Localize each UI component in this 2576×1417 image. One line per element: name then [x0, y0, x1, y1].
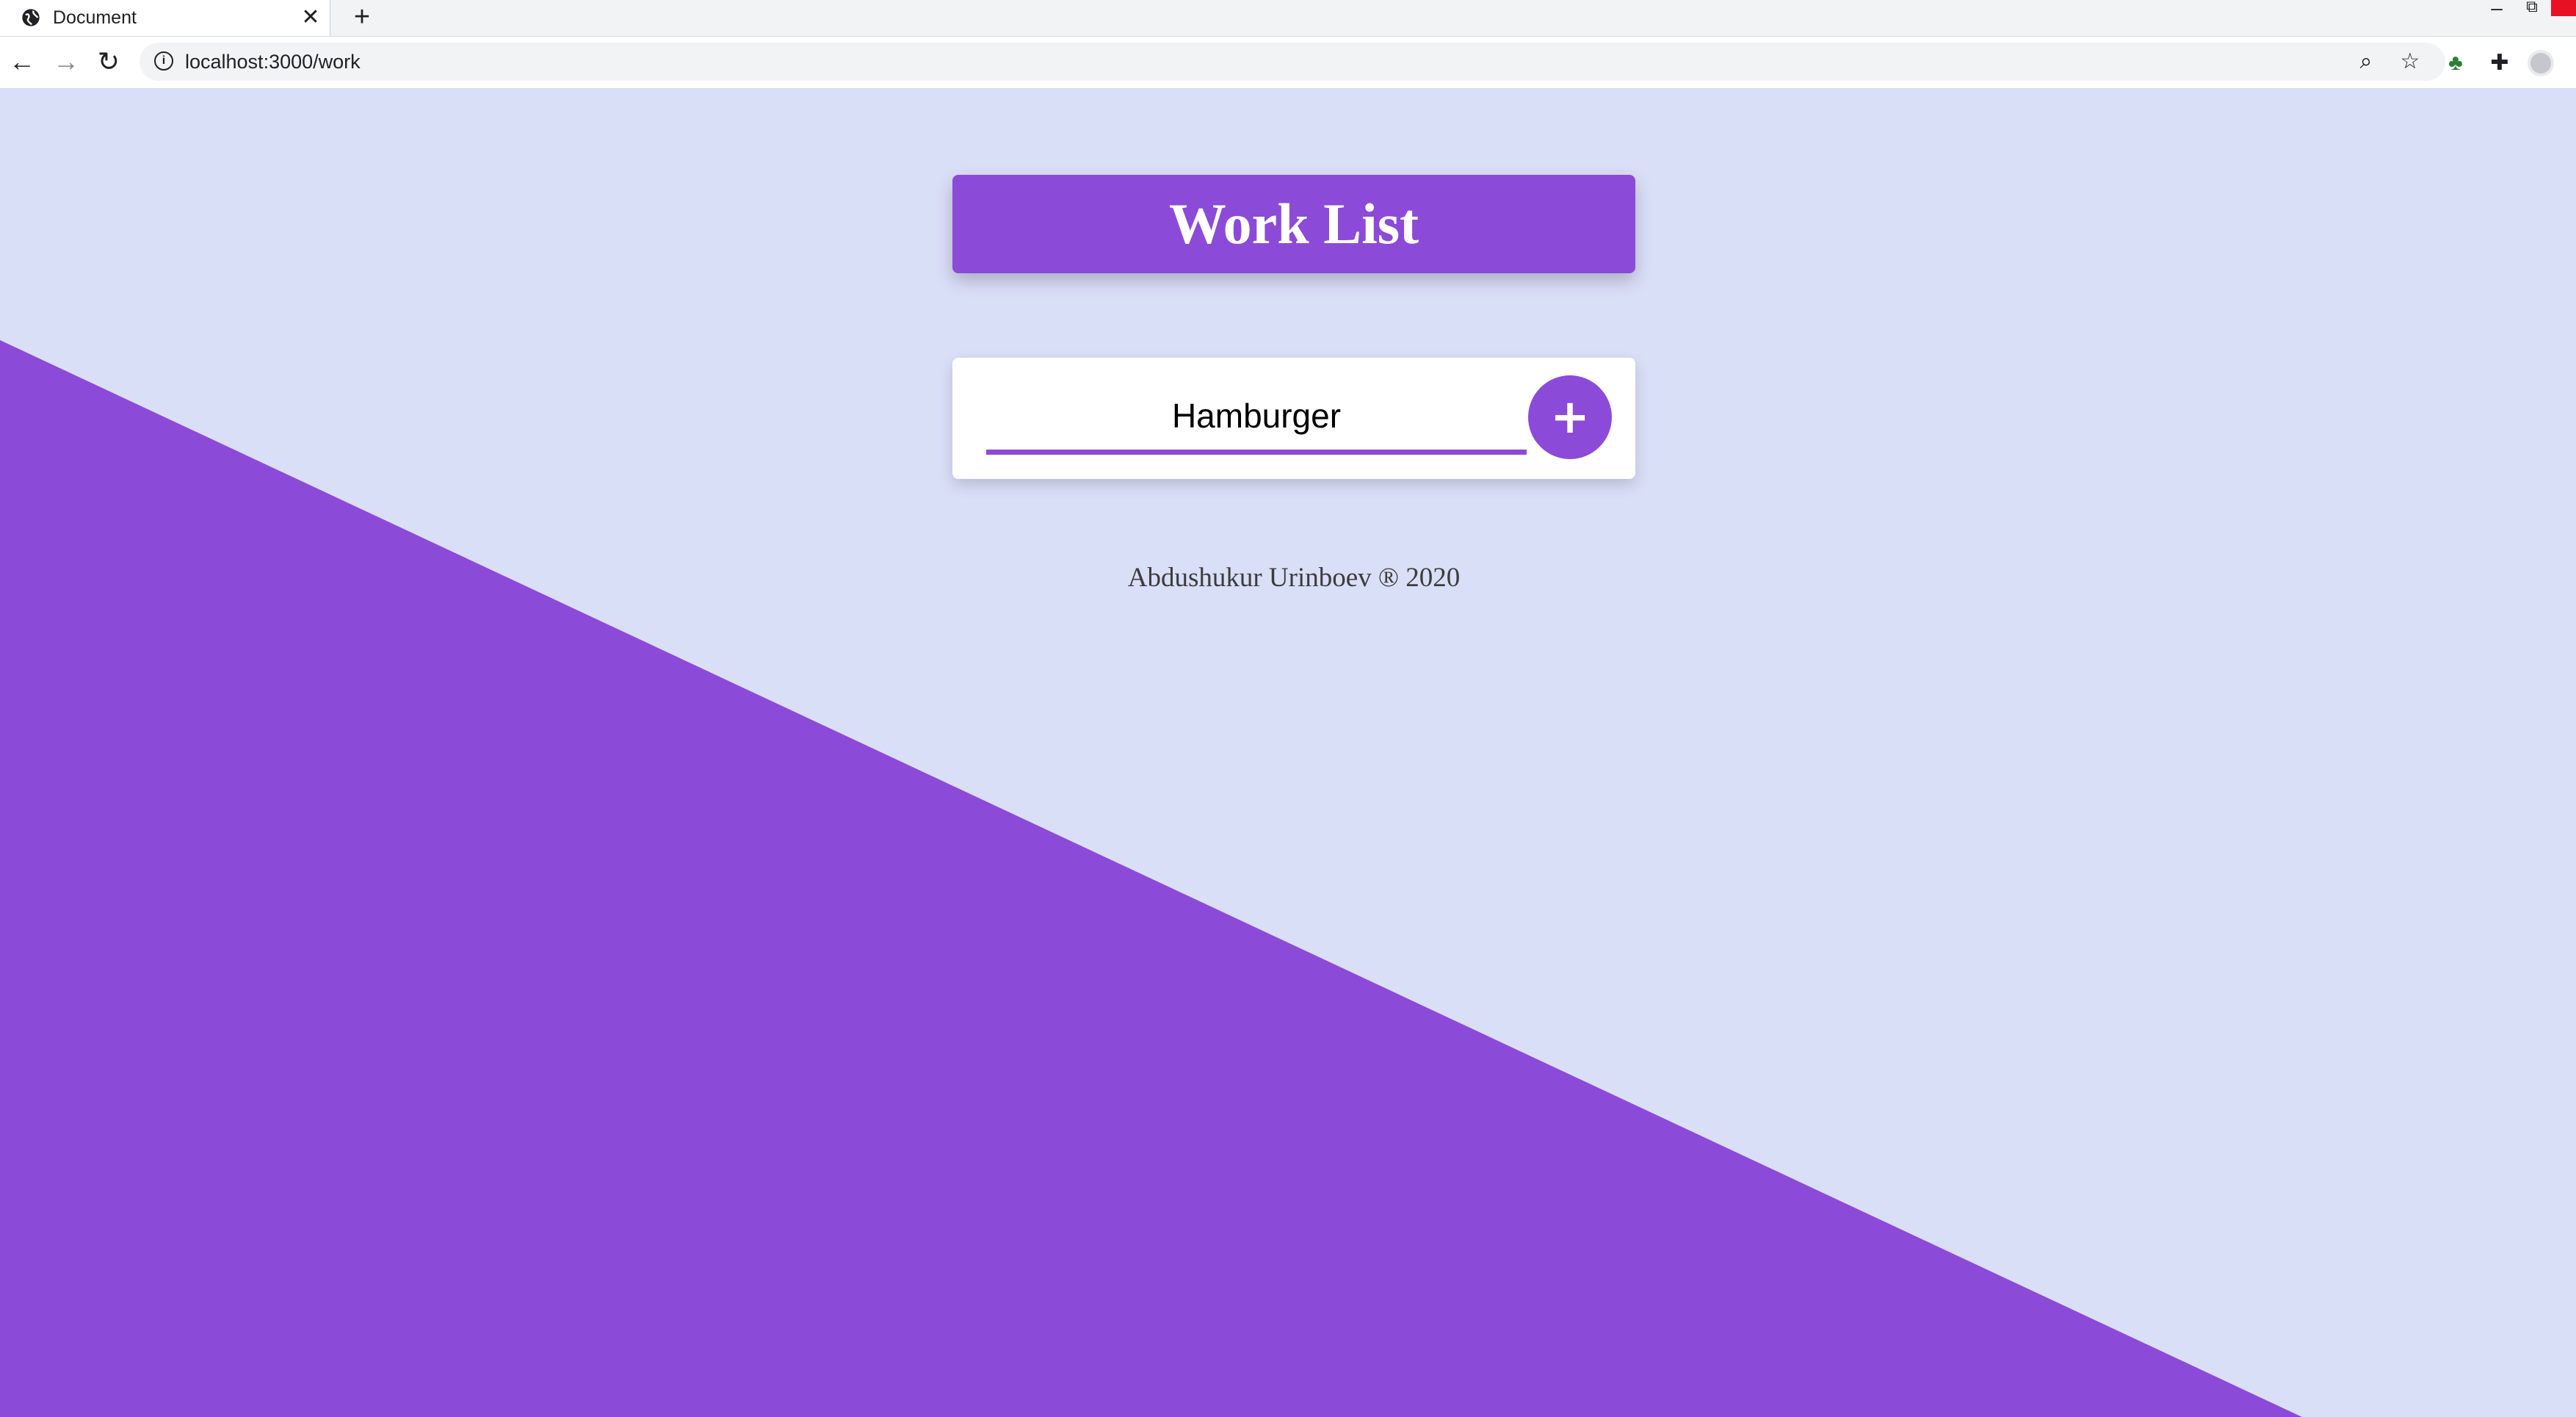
profile-avatar[interactable]: [2528, 50, 2554, 76]
close-tab-icon[interactable]: ✕: [298, 4, 323, 31]
url-text[interactable]: localhost:3000/work: [185, 48, 361, 75]
address-bar[interactable]: i localhost:3000/work ⌕ ☆: [140, 43, 2445, 81]
footer-copyright: Abdushukur Urinboev ® 2020: [1127, 563, 1461, 593]
page-content: Work List + Abdushukur Urinboev ® 2020: [0, 89, 2576, 1417]
add-item-button[interactable]: +: [1528, 375, 1612, 459]
tab-title: Document: [53, 7, 137, 28]
browser-tab-bar: Document ✕ + – ⧉: [0, 0, 2576, 37]
puzzle-extension-icon[interactable]: ✚: [2486, 50, 2513, 76]
star-icon[interactable]: ☆: [2397, 48, 2423, 75]
tree-extension-icon[interactable]: ♣: [2442, 50, 2469, 76]
close-window-button[interactable]: [2551, 0, 2576, 16]
info-icon[interactable]: i: [154, 51, 173, 71]
restore-window-icon[interactable]: ⧉: [2519, 0, 2545, 16]
browser-tab[interactable]: Document ✕: [0, 0, 330, 36]
new-item-form: +: [952, 358, 1635, 479]
arrow-left-icon[interactable]: ←: [6, 46, 38, 78]
page-title: Work List: [1168, 192, 1419, 256]
arrow-right-icon[interactable]: →: [50, 46, 82, 78]
new-item-input[interactable]: [986, 381, 1527, 455]
zoom-icon[interactable]: ⌕: [2353, 48, 2379, 75]
background-triangle: [0, 340, 2302, 1417]
page-header: Work List: [952, 175, 1635, 273]
new-tab-button[interactable]: +: [347, 1, 377, 32]
browser-toolbar: ← → ↻ i localhost:3000/work ⌕ ☆ ♣ ✚: [0, 37, 2576, 89]
reload-icon[interactable]: ↻: [93, 46, 125, 78]
globe-icon: [22, 9, 40, 26]
minimize-window-icon[interactable]: –: [2481, 0, 2513, 18]
